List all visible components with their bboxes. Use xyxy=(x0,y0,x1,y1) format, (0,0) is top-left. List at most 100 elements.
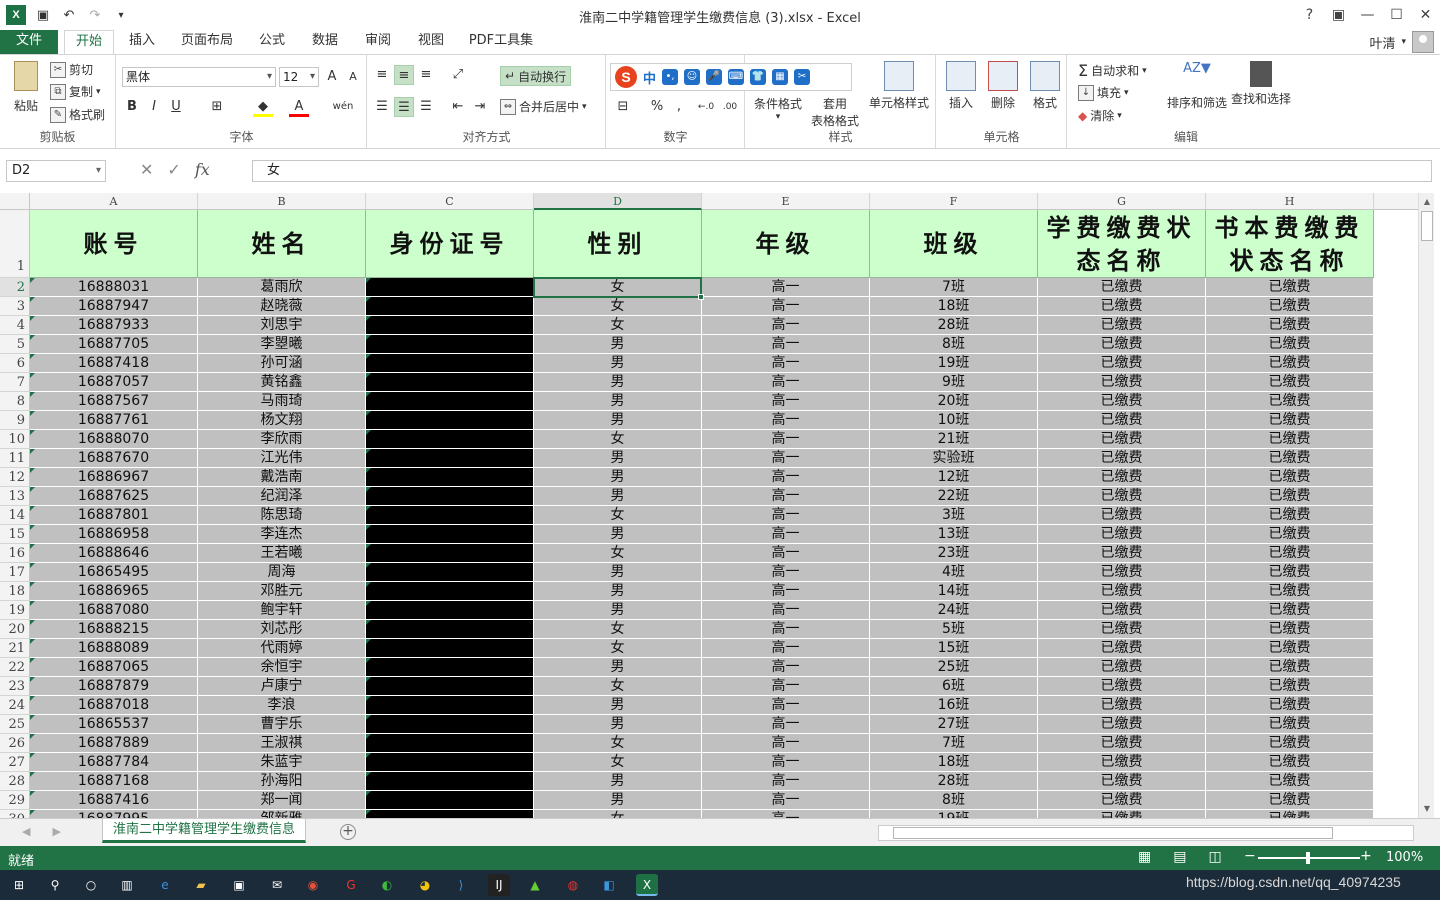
cell-a16[interactable]: 16888646 xyxy=(30,544,198,563)
cell-g17[interactable]: 已缴费 xyxy=(1038,563,1206,582)
cell-c19[interactable] xyxy=(366,601,534,620)
row-header-5[interactable]: 5 xyxy=(0,335,29,354)
cell-h27[interactable]: 已缴费 xyxy=(1206,753,1374,772)
cell-h4[interactable]: 已缴费 xyxy=(1206,316,1374,335)
italic-button[interactable]: I xyxy=(144,97,164,117)
cell-c10[interactable] xyxy=(366,430,534,449)
cell-g19[interactable]: 已缴费 xyxy=(1038,601,1206,620)
cell-d27[interactable]: 女 xyxy=(534,753,702,772)
page-layout-view-icon[interactable]: ▤ xyxy=(1173,849,1186,865)
cell-h18[interactable]: 已缴费 xyxy=(1206,582,1374,601)
cell-a2[interactable]: 16888031 xyxy=(30,278,198,297)
cell-d20[interactable]: 女 xyxy=(534,620,702,639)
task-view-icon[interactable]: ▥ xyxy=(116,874,138,896)
row-header-3[interactable]: 3 xyxy=(0,297,29,316)
row-header-28[interactable]: 28 xyxy=(0,772,29,791)
formula-input[interactable]: 女 xyxy=(252,160,1432,182)
cell-g2[interactable]: 已缴费 xyxy=(1038,278,1206,297)
cell-b25[interactable]: 曹宇乐 xyxy=(198,715,366,734)
header-cell-g[interactable]: 学费缴费状态名称 xyxy=(1038,210,1206,278)
row-header-16[interactable]: 16 xyxy=(0,544,29,563)
cell-b10[interactable]: 李欣雨 xyxy=(198,430,366,449)
cell-g5[interactable]: 已缴费 xyxy=(1038,335,1206,354)
cell-b5[interactable]: 李曌曦 xyxy=(198,335,366,354)
app-green-icon[interactable]: ▲ xyxy=(524,874,546,896)
cell-b16[interactable]: 王若曦 xyxy=(198,544,366,563)
cell-a13[interactable]: 16887625 xyxy=(30,487,198,506)
save-icon[interactable]: ▣ xyxy=(34,6,52,24)
customize-qat-icon[interactable]: ▾ xyxy=(112,6,130,24)
search-icon[interactable]: ⚲ xyxy=(44,874,66,896)
edge-icon[interactable]: e xyxy=(154,874,176,896)
row-header-20[interactable]: 20 xyxy=(0,620,29,639)
cell-g21[interactable]: 已缴费 xyxy=(1038,639,1206,658)
cell-styles-button[interactable]: 单元格样式 xyxy=(866,61,932,111)
cell-h13[interactable]: 已缴费 xyxy=(1206,487,1374,506)
cell-d23[interactable]: 女 xyxy=(534,677,702,696)
cell-e17[interactable]: 高一 xyxy=(702,563,870,582)
cell-a25[interactable]: 16865537 xyxy=(30,715,198,734)
skin-icon[interactable]: 👕 xyxy=(750,69,767,85)
cell-c30[interactable] xyxy=(366,810,534,818)
cell-d22[interactable]: 男 xyxy=(534,658,702,677)
column-header-c[interactable]: C xyxy=(366,193,534,210)
worksheet-grid[interactable]: 账号 姓名 身份证号 性别 年级 班级 学费缴费状态名称 书本费缴费状态名称 16888031 葛… xyxy=(30,210,1418,818)
cell-a20[interactable]: 16888215 xyxy=(30,620,198,639)
cell-h14[interactable]: 已缴费 xyxy=(1206,506,1374,525)
cell-g22[interactable]: 已缴费 xyxy=(1038,658,1206,677)
cell-h23[interactable]: 已缴费 xyxy=(1206,677,1374,696)
cell-g28[interactable]: 已缴费 xyxy=(1038,772,1206,791)
cell-a22[interactable]: 16887065 xyxy=(30,658,198,677)
cell-d17[interactable]: 男 xyxy=(534,563,702,582)
cell-g14[interactable]: 已缴费 xyxy=(1038,506,1206,525)
cell-d26[interactable]: 女 xyxy=(534,734,702,753)
cell-f10[interactable]: 21班 xyxy=(870,430,1038,449)
cell-g12[interactable]: 已缴费 xyxy=(1038,468,1206,487)
cell-d12[interactable]: 男 xyxy=(534,468,702,487)
toolbox-icon[interactable]: ▦ xyxy=(772,69,789,85)
tab-page-layout[interactable]: 页面布局 xyxy=(172,30,242,54)
row-header-9[interactable]: 9 xyxy=(0,411,29,430)
format-painter-button[interactable]: ✎ 格式刷 xyxy=(50,106,105,123)
cell-c27[interactable] xyxy=(366,753,534,772)
cell-g9[interactable]: 已缴费 xyxy=(1038,411,1206,430)
cell-h30[interactable]: 已缴费 xyxy=(1206,810,1374,818)
cell-c24[interactable] xyxy=(366,696,534,715)
cell-e14[interactable]: 高一 xyxy=(702,506,870,525)
cell-e21[interactable]: 高一 xyxy=(702,639,870,658)
tab-home[interactable]: 开始 xyxy=(64,30,114,55)
cell-c17[interactable] xyxy=(366,563,534,582)
cell-a3[interactable]: 16887947 xyxy=(30,297,198,316)
fill-handle[interactable] xyxy=(698,294,704,300)
cell-d8[interactable]: 男 xyxy=(534,392,702,411)
enter-icon[interactable]: ✓ xyxy=(167,160,180,179)
cell-g29[interactable]: 已缴费 xyxy=(1038,791,1206,810)
align-left-icon[interactable]: ☰ xyxy=(372,97,392,117)
sheet-tab-active[interactable]: 淮南二中学籍管理学生缴费信息 xyxy=(102,819,306,843)
cell-b20[interactable]: 刘芯彤 xyxy=(198,620,366,639)
screenshot-icon[interactable]: ✂ xyxy=(794,69,811,85)
column-header-d[interactable]: D xyxy=(534,193,702,210)
cell-a12[interactable]: 16886967 xyxy=(30,468,198,487)
ime-mode-toggle[interactable]: 中 xyxy=(643,68,656,87)
cell-e13[interactable]: 高一 xyxy=(702,487,870,506)
intellij-icon[interactable]: IJ xyxy=(488,874,510,896)
cell-c2[interactable] xyxy=(366,278,534,297)
cell-f15[interactable]: 13班 xyxy=(870,525,1038,544)
cell-d30[interactable]: 女 xyxy=(534,810,702,818)
cell-f22[interactable]: 25班 xyxy=(870,658,1038,677)
normal-view-icon[interactable]: ▦ xyxy=(1138,849,1151,865)
cell-d2[interactable]: 女 xyxy=(534,278,702,297)
cell-e2[interactable]: 高一 xyxy=(702,278,870,297)
cell-e6[interactable]: 高一 xyxy=(702,354,870,373)
autosum-button[interactable]: Σ 自动求和 ▾ xyxy=(1078,61,1147,80)
sogou-logo-icon[interactable]: S xyxy=(615,66,637,88)
cell-a26[interactable]: 16887889 xyxy=(30,734,198,753)
cell-g10[interactable]: 已缴费 xyxy=(1038,430,1206,449)
row-header-30[interactable]: 30 xyxy=(0,810,29,818)
cell-b17[interactable]: 周海 xyxy=(198,563,366,582)
shrink-font-button[interactable]: A xyxy=(343,67,363,87)
cell-h24[interactable]: 已缴费 xyxy=(1206,696,1374,715)
cell-e27[interactable]: 高一 xyxy=(702,753,870,772)
cell-d28[interactable]: 男 xyxy=(534,772,702,791)
